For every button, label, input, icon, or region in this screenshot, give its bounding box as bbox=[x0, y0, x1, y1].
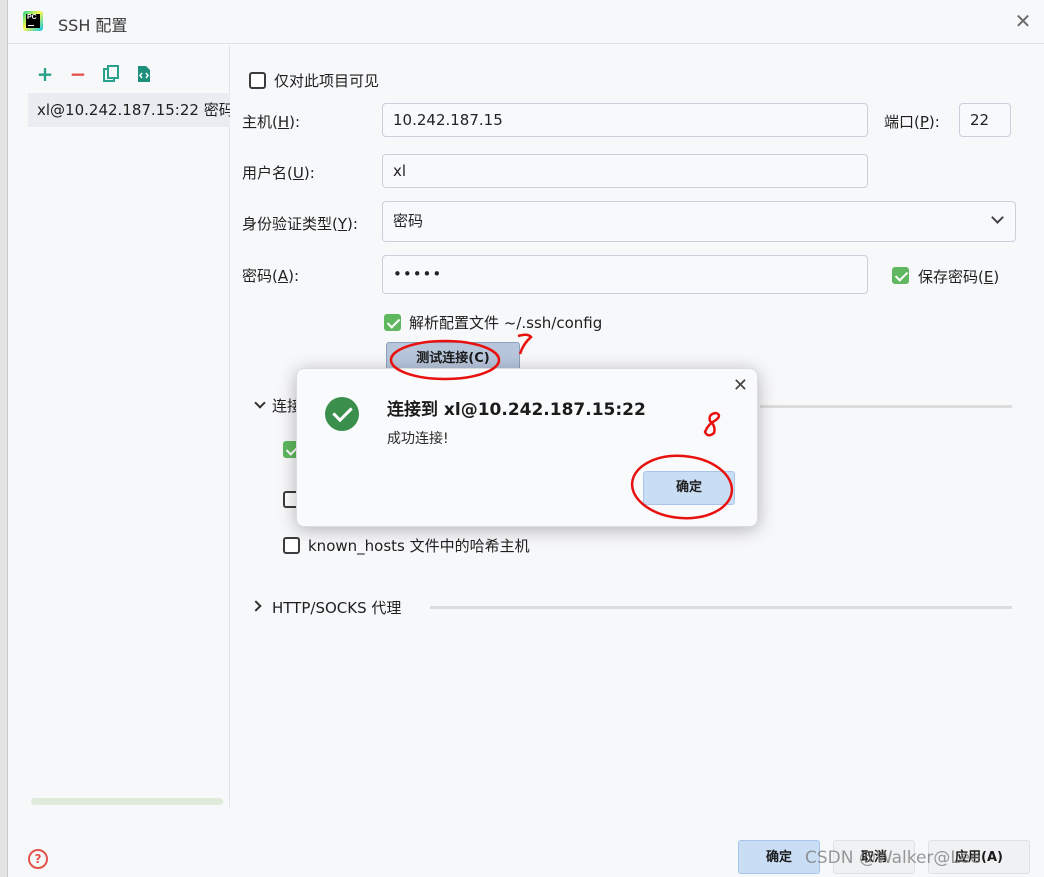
export-icon[interactable] bbox=[133, 63, 155, 85]
username-label: 用户名(U): bbox=[242, 164, 315, 182]
password-field[interactable]: ••••• bbox=[382, 255, 868, 294]
visible-only-checkbox[interactable] bbox=[249, 72, 266, 89]
auth-type-select[interactable]: 密码 bbox=[382, 201, 1016, 242]
remove-icon[interactable]: − bbox=[67, 63, 89, 85]
list-toolbar: + − bbox=[34, 63, 155, 85]
password-label: 密码(A): bbox=[242, 267, 300, 285]
host-field[interactable]: 10.242.187.15 bbox=[382, 103, 868, 137]
copy-icon[interactable] bbox=[100, 63, 122, 85]
success-check-icon bbox=[325, 397, 359, 431]
host-label: 主机(H): bbox=[242, 113, 301, 131]
chevron-right-icon[interactable] bbox=[250, 600, 262, 612]
window-title: SSH 配置 bbox=[58, 16, 128, 35]
dialog-ok-button[interactable]: 确定 bbox=[643, 471, 735, 505]
section-divider bbox=[760, 405, 1012, 408]
dialog-close-icon[interactable]: ✕ bbox=[733, 375, 748, 396]
auth-type-label: 身份验证类型(Y): bbox=[242, 215, 358, 233]
parse-config-checkbox[interactable] bbox=[384, 314, 401, 331]
known-hosts-label: known_hosts 文件中的哈希主机 bbox=[308, 537, 530, 555]
connection-success-dialog: ✕ 连接到 xl@10.242.187.15:22 成功连接! 确定 bbox=[296, 368, 758, 527]
proxy-section-divider bbox=[430, 606, 1012, 609]
connection-list-panel: + − xl@10.242.187.15:22 密码 bbox=[8, 45, 230, 807]
add-icon[interactable]: + bbox=[34, 63, 56, 85]
port-field[interactable]: 22 bbox=[959, 103, 1011, 137]
background-window-edge bbox=[0, 0, 7, 877]
help-icon[interactable]: ? bbox=[28, 849, 48, 869]
horizontal-scrollbar[interactable] bbox=[31, 798, 223, 805]
window-close-icon[interactable]: ✕ bbox=[1012, 10, 1034, 32]
save-password-checkbox[interactable] bbox=[892, 267, 909, 284]
visible-only-label: 仅对此项目可见 bbox=[274, 72, 380, 90]
connection-list-item[interactable]: xl@10.242.187.15:22 密码 bbox=[28, 93, 230, 127]
chevron-down-icon[interactable] bbox=[254, 397, 266, 409]
dialog-message: 成功连接! bbox=[387, 431, 449, 447]
proxy-section-title[interactable]: HTTP/SOCKS 代理 bbox=[272, 597, 401, 618]
username-field[interactable]: xl bbox=[382, 154, 868, 188]
parse-config-label: 解析配置文件 ~/.ssh/config bbox=[409, 314, 603, 332]
known-hosts-checkbox[interactable] bbox=[283, 537, 300, 554]
pycharm-app-icon: PC bbox=[23, 11, 43, 31]
save-password-label: 保存密码(E) bbox=[918, 268, 1000, 286]
title-bar: PC SSH 配置 ✕ bbox=[8, 0, 1044, 44]
port-label: 端口(P): bbox=[884, 113, 940, 131]
dialog-title: 连接到 xl@10.242.187.15:22 bbox=[387, 400, 646, 420]
csdn-watermark: CSDN @Walker@Lee bbox=[805, 848, 981, 868]
